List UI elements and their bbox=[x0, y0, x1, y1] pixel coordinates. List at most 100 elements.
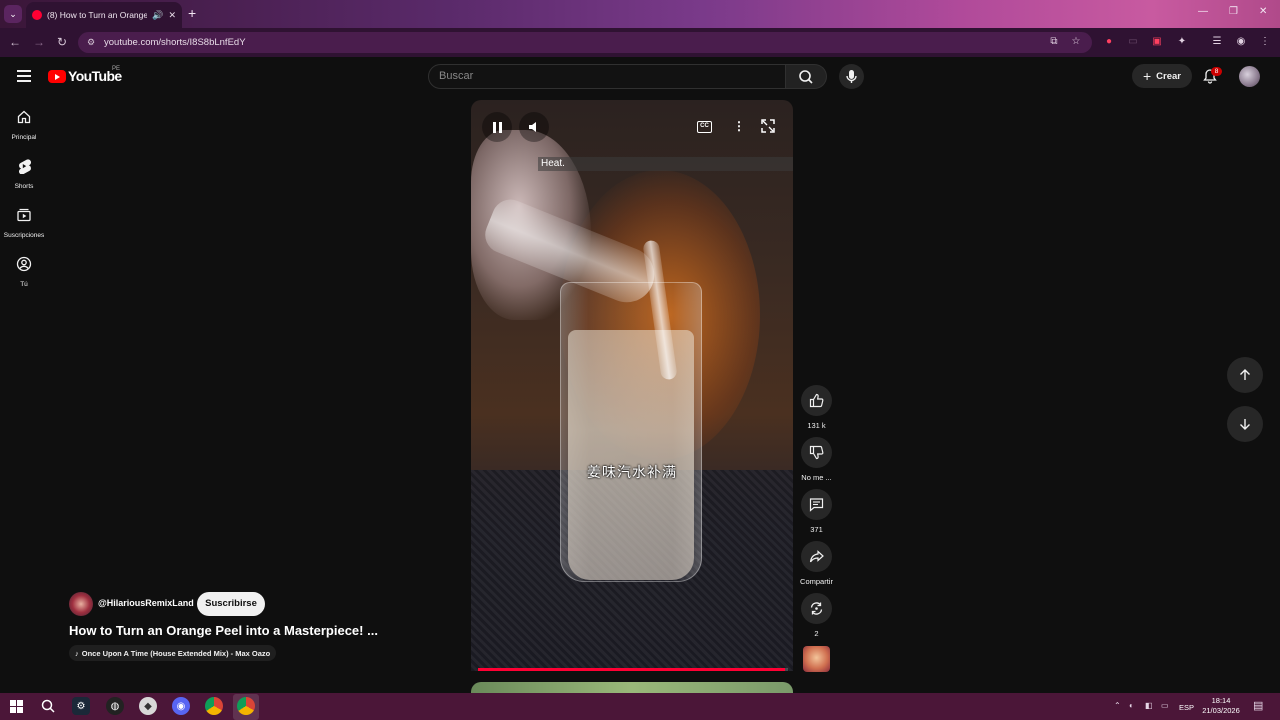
windows-taskbar bbox=[0, 693, 1280, 720]
sound-remix-thumbnail[interactable] bbox=[803, 646, 830, 672]
tab-search-button[interactable]: ⌄ bbox=[4, 5, 22, 23]
install-app-icon[interactable]: ⧉ bbox=[1047, 34, 1061, 48]
music-chip[interactable]: ♪ Once Upon A Time (House Extended Mix) … bbox=[69, 645, 277, 661]
search-icon bbox=[799, 70, 813, 84]
pause-button[interactable] bbox=[482, 112, 512, 142]
share-button[interactable] bbox=[801, 541, 832, 572]
thumbs-up-icon bbox=[809, 393, 824, 408]
reload-icon[interactable]: ↻ bbox=[57, 35, 67, 49]
comments-icon bbox=[809, 498, 824, 512]
video-caption: Heat. bbox=[541, 158, 565, 169]
youtube-logo-icon[interactable] bbox=[48, 70, 66, 83]
url-text[interactable]: youtube.com/shorts/I8S8bLnfEdY bbox=[104, 37, 246, 48]
media-control-icon[interactable]: ☰ bbox=[1210, 34, 1224, 48]
like-button[interactable] bbox=[801, 385, 832, 416]
menu-icon[interactable] bbox=[17, 70, 31, 85]
clock-date: 21/03/2026 bbox=[1202, 706, 1240, 715]
channel-avatar[interactable] bbox=[69, 592, 93, 616]
discord-app-icon[interactable]: ◉ bbox=[172, 697, 190, 715]
music-note-icon: ♪ bbox=[75, 648, 79, 658]
profile-icon[interactable]: ◉ bbox=[1234, 34, 1248, 48]
share-label: Compartir bbox=[800, 577, 833, 586]
remix-icon bbox=[810, 602, 823, 615]
channel-handle[interactable]: @HilariousRemixLand bbox=[98, 598, 194, 608]
tray-app-icon[interactable]: ◐ bbox=[1129, 701, 1134, 710]
search-button[interactable] bbox=[786, 64, 827, 89]
remix-count: 2 bbox=[814, 629, 819, 638]
search-input[interactable] bbox=[428, 64, 786, 89]
notification-count-badge: 8 bbox=[1211, 67, 1222, 76]
app-icon-circle[interactable]: ◍ bbox=[106, 697, 124, 715]
comments-button[interactable] bbox=[801, 489, 832, 520]
thumbs-down-icon bbox=[809, 445, 824, 460]
new-tab-button[interactable]: + bbox=[188, 6, 196, 20]
share-icon bbox=[809, 550, 824, 563]
sidebar-item-subscriptions[interactable]: Suscripciones bbox=[0, 207, 48, 239]
clock[interactable]: 18:14 21/03/2026 bbox=[1200, 696, 1242, 716]
browser-menu-icon[interactable]: ⋮ bbox=[1258, 34, 1272, 48]
language-indicator[interactable]: ESP bbox=[1179, 703, 1194, 712]
steam-app-icon[interactable]: ⚙ bbox=[72, 697, 90, 715]
app-icon-shield[interactable]: ◆ bbox=[139, 697, 157, 715]
video-progress-fill bbox=[478, 668, 785, 671]
dislike-button[interactable] bbox=[801, 437, 832, 468]
back-icon[interactable]: ← bbox=[9, 35, 21, 49]
music-track-label: Once Upon A Time (House Extended Mix) - … bbox=[81, 648, 271, 658]
extension-video-icon[interactable]: ▣ bbox=[1150, 34, 1164, 48]
fullscreen-icon[interactable] bbox=[761, 119, 775, 133]
microphone-icon bbox=[846, 70, 857, 83]
tab-title: (8) How to Turn an Orange bbox=[47, 10, 148, 20]
voice-search-button[interactable] bbox=[839, 64, 864, 89]
volume-button[interactable] bbox=[519, 112, 549, 142]
create-button[interactable]: + Crear bbox=[1132, 64, 1192, 88]
closed-captions-icon[interactable]: CC bbox=[697, 121, 712, 133]
sidebar-item-label: Suscripciones bbox=[3, 232, 45, 239]
subscriptions-icon bbox=[17, 208, 31, 222]
next-short-button[interactable] bbox=[1227, 406, 1263, 442]
arrow-down-icon bbox=[1240, 419, 1250, 430]
extension-icon[interactable]: ▭ bbox=[1126, 34, 1140, 48]
chrome-profile-app-icon[interactable] bbox=[237, 697, 255, 715]
home-icon bbox=[17, 110, 31, 124]
like-count: 131 k bbox=[807, 421, 826, 430]
more-options-icon[interactable]: ⋮ bbox=[733, 119, 745, 133]
tray-gamepad-icon[interactable]: ◧ bbox=[1145, 701, 1153, 710]
minimize-icon[interactable]: — bbox=[1198, 6, 1208, 17]
tab-close-icon[interactable]: ✕ bbox=[168, 10, 176, 21]
arrow-up-icon bbox=[1240, 369, 1250, 380]
chrome-app-icon[interactable] bbox=[205, 697, 223, 715]
tab-audio-icon[interactable]: 🔊 bbox=[152, 10, 163, 21]
notification-center-icon[interactable]: ▤ bbox=[1253, 699, 1263, 712]
site-info-icon[interactable]: ⚙ bbox=[87, 37, 95, 48]
sidebar-item-you[interactable]: Tú bbox=[0, 256, 48, 288]
bookmark-star-icon[interactable]: ☆ bbox=[1069, 34, 1083, 48]
taskbar-search-icon[interactable] bbox=[39, 697, 57, 715]
windows-start-icon[interactable] bbox=[7, 697, 25, 715]
extension-red-icon[interactable]: ● bbox=[1102, 34, 1116, 48]
tray-network-icon[interactable]: ▭ bbox=[1161, 701, 1169, 710]
browser-tab[interactable]: (8) How to Turn an Orange 🔊 ✕ bbox=[26, 2, 182, 28]
sidebar-item-label: Principal bbox=[11, 134, 37, 141]
you-icon bbox=[16, 256, 32, 272]
search-placeholder: Buscar bbox=[439, 70, 474, 82]
remix-button[interactable] bbox=[801, 593, 832, 624]
video-progress-bar[interactable] bbox=[478, 668, 788, 671]
burned-in-subtitle: 姜味汽水补满 bbox=[587, 464, 677, 480]
short-title[interactable]: How to Turn an Orange Peel into a Master… bbox=[69, 623, 378, 638]
forward-icon[interactable]: → bbox=[33, 35, 45, 49]
shorts-icon bbox=[18, 159, 32, 175]
account-avatar[interactable] bbox=[1239, 66, 1260, 87]
previous-short-button[interactable] bbox=[1227, 357, 1263, 393]
sidebar-item-home[interactable]: Principal bbox=[0, 109, 48, 141]
close-window-icon[interactable]: ✕ bbox=[1259, 6, 1267, 17]
subscribe-button[interactable]: Suscribirse bbox=[197, 592, 265, 616]
sidebar-item-label: Shorts bbox=[14, 183, 34, 190]
tray-overflow-icon[interactable]: ⌃ bbox=[1114, 701, 1121, 710]
restore-icon[interactable]: ❐ bbox=[1229, 6, 1238, 17]
extensions-puzzle-icon[interactable]: ✦ bbox=[1175, 34, 1189, 48]
create-label: Crear bbox=[1156, 70, 1181, 82]
dislike-label: No me ... bbox=[801, 473, 832, 482]
plus-icon: + bbox=[1142, 68, 1152, 84]
caption-background bbox=[538, 157, 793, 171]
sidebar-item-shorts[interactable]: Shorts bbox=[0, 158, 48, 190]
